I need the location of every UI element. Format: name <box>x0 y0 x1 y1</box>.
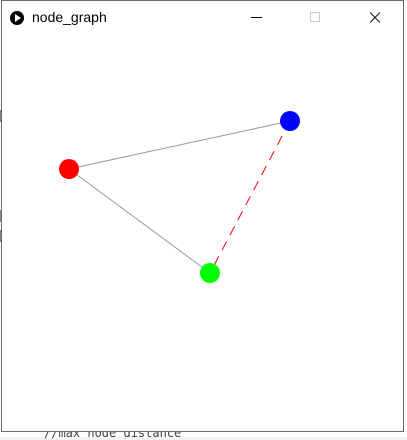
close-button[interactable] <box>351 1 397 35</box>
edge-blue-green <box>209 120 291 274</box>
maximize-button[interactable] <box>292 1 338 35</box>
node-blue[interactable] <box>280 111 300 131</box>
window-title: node_graph <box>32 9 107 25</box>
graph-svg <box>59 111 300 283</box>
play-icon <box>10 11 24 25</box>
sketch-window: node_graph <box>1 0 404 432</box>
node-red[interactable] <box>59 159 79 179</box>
sketch-canvas[interactable] <box>2 35 403 431</box>
title-bar[interactable]: node_graph <box>2 1 403 35</box>
edge-red-blue <box>68 120 291 170</box>
minimize-button[interactable] <box>233 1 279 35</box>
edge-red-green <box>68 168 211 274</box>
node-green[interactable] <box>200 263 220 283</box>
